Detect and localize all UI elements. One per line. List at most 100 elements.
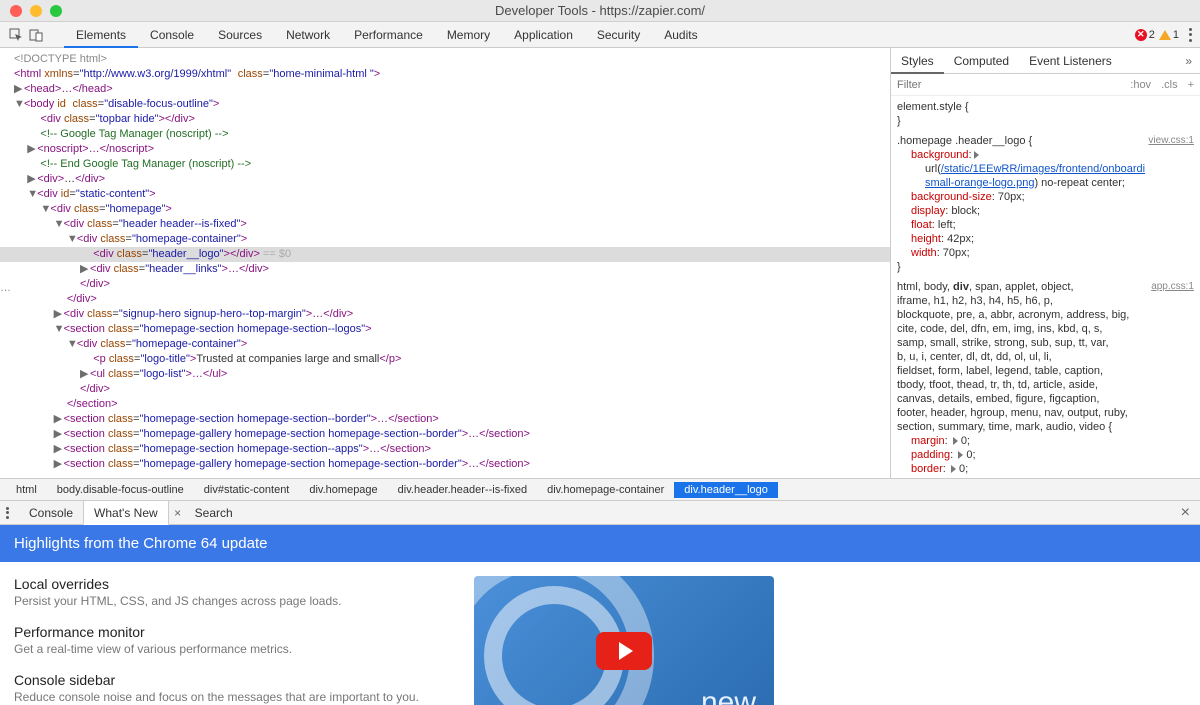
warning-count-value: 1 <box>1173 29 1179 41</box>
feature-item[interactable]: Console sidebar Reduce console noise and… <box>14 672 434 704</box>
device-toggle-icon[interactable] <box>28 27 44 43</box>
tab-performance[interactable]: Performance <box>342 22 435 48</box>
rule-element-style[interactable]: element.style { <box>897 100 1194 114</box>
feature-title: Local overrides <box>14 576 434 592</box>
more-tabs-icon[interactable]: » <box>1177 54 1200 68</box>
dom-line[interactable]: ▶<section class="homepage-section homepa… <box>14 412 890 427</box>
rule-selector-line: section, summary, time, mark, audio, vid… <box>897 420 1194 434</box>
feature-title: Performance monitor <box>14 624 434 640</box>
dom-line[interactable]: <div class="topbar hide"></div> <box>14 112 890 127</box>
elements-breadcrumb: html body.disable-focus-outline div#stat… <box>0 478 1200 500</box>
rule-header-logo[interactable]: view.css:1.homepage .header__logo { <box>897 134 1194 148</box>
source-link[interactable]: app.css:1 <box>1151 280 1194 294</box>
tab-sources[interactable]: Sources <box>206 22 274 48</box>
feature-item[interactable]: Local overrides Persist your HTML, CSS, … <box>14 576 434 608</box>
dom-line[interactable]: ▼<div id="static-content"> <box>14 187 890 202</box>
settings-menu-icon[interactable] <box>1189 28 1192 42</box>
tab-elements[interactable]: Elements <box>64 22 138 48</box>
play-icon[interactable] <box>596 632 652 670</box>
window-title: Developer Tools - https://zapier.com/ <box>495 3 705 18</box>
video-label: new <box>701 686 756 705</box>
crumb-item-selected[interactable]: div.header__logo <box>674 482 778 498</box>
zoom-window-icon[interactable] <box>50 5 62 17</box>
tab-application[interactable]: Application <box>502 22 585 48</box>
tab-memory[interactable]: Memory <box>435 22 502 48</box>
dom-line[interactable]: ▶<div>…</div> <box>14 172 890 187</box>
sidebar-tab-listeners[interactable]: Event Listeners <box>1019 48 1122 74</box>
styles-filter-input[interactable] <box>897 79 1130 91</box>
dom-line[interactable]: <!-- Google Tag Manager (noscript) --> <box>14 127 890 142</box>
rule-selector-line: iframe, h1, h2, h3, h4, h5, h6, p, <box>897 294 1194 308</box>
minimize-window-icon[interactable] <box>30 5 42 17</box>
close-drawer-icon[interactable]: × <box>1181 504 1190 522</box>
dom-line[interactable]: ▶<head>…</head> <box>14 82 890 97</box>
dom-line-selected[interactable]: <div class="header__logo"></div> == $0 <box>0 247 890 262</box>
feature-item[interactable]: Performance monitor Get a real-time view… <box>14 624 434 656</box>
crumb-item[interactable]: div.header.header--is-fixed <box>388 482 537 498</box>
crumb-item[interactable]: body.disable-focus-outline <box>47 482 194 498</box>
cls-toggle[interactable]: .cls <box>1161 79 1178 91</box>
dom-line[interactable]: ▼<section class="homepage-section homepa… <box>14 322 890 337</box>
rule-selector-line: samp, small, strike, strong, sub, sup, t… <box>897 336 1194 350</box>
error-count-value: 2 <box>1149 29 1155 41</box>
dom-line[interactable]: ▶<section class="homepage-gallery homepa… <box>14 457 890 472</box>
tab-network[interactable]: Network <box>274 22 342 48</box>
close-window-icon[interactable] <box>10 5 22 17</box>
tab-audits[interactable]: Audits <box>652 22 709 48</box>
sidebar-tab-computed[interactable]: Computed <box>944 48 1019 74</box>
dom-line[interactable]: ▼<div class="homepage"> <box>14 202 890 217</box>
dom-line[interactable]: </div> <box>14 292 890 307</box>
sidebar-tab-styles[interactable]: Styles <box>891 48 944 74</box>
dom-line[interactable]: ▼<body id class="disable-focus-outline"> <box>14 97 890 112</box>
url-link[interactable]: /static/1EEwRR/images/frontend/onboardi <box>941 163 1145 175</box>
drawer-tab-whatsnew[interactable]: What's New <box>83 501 169 525</box>
warning-count[interactable]: 1 <box>1159 29 1179 41</box>
rule-reset[interactable]: app.css:1html, body, div, span, applet, … <box>897 280 1194 294</box>
close-tab-icon[interactable]: × <box>171 506 185 520</box>
url-link[interactable]: small-orange-logo.png <box>925 177 1034 189</box>
dom-line[interactable]: ▼<div class="homepage-container"> <box>14 337 890 352</box>
hov-toggle[interactable]: :hov <box>1130 79 1151 91</box>
dom-line[interactable]: </div> <box>14 382 890 397</box>
tab-security[interactable]: Security <box>585 22 652 48</box>
styles-sidebar: Styles Computed Event Listeners » :hov .… <box>890 48 1200 478</box>
drawer-tab-search[interactable]: Search <box>185 501 243 525</box>
window-titlebar: Developer Tools - https://zapier.com/ <box>0 0 1200 22</box>
dom-line[interactable]: ▼<div class="homepage-container"> <box>14 232 890 247</box>
dom-line[interactable]: </section> <box>14 397 890 412</box>
panel-tabs: Elements Console Sources Network Perform… <box>64 22 710 48</box>
dom-line[interactable]: ▼<div class="header header--is-fixed"> <box>14 217 890 232</box>
tab-console[interactable]: Console <box>138 22 206 48</box>
crumb-item[interactable]: div.homepage <box>299 482 387 498</box>
dom-line[interactable]: ▶<noscript>…</noscript> <box>14 142 890 157</box>
dom-line[interactable]: </div> <box>14 277 890 292</box>
whatsnew-banner: Highlights from the Chrome 64 update <box>0 525 1200 562</box>
crumb-item[interactable]: html <box>6 482 47 498</box>
inspect-icon[interactable] <box>8 27 24 43</box>
crumb-item[interactable]: div.homepage-container <box>537 482 674 498</box>
source-link[interactable]: view.css:1 <box>1148 134 1194 148</box>
drawer-tab-console[interactable]: Console <box>19 501 83 525</box>
rule-selector-line: footer, header, hgroup, menu, nav, outpu… <box>897 406 1194 420</box>
warning-icon <box>1159 30 1171 40</box>
dom-line[interactable]: <!DOCTYPE html> <box>14 52 890 67</box>
drawer-tabs: Console What's New × Search × <box>0 501 1200 525</box>
error-count[interactable]: ✕2 <box>1135 29 1155 41</box>
video-thumbnail[interactable]: new <box>474 576 774 705</box>
drawer-menu-icon[interactable] <box>6 507 9 519</box>
main-panel: … <!DOCTYPE html> <html xmlns="http://ww… <box>0 48 1200 478</box>
dom-line[interactable]: ▶<div class="signup-hero signup-hero--to… <box>14 307 890 322</box>
feature-title: Console sidebar <box>14 672 434 688</box>
dom-line[interactable]: <html xmlns="http://www.w3.org/1999/xhtm… <box>14 67 890 82</box>
dom-line[interactable]: ▶<ul class="logo-list">…</ul> <box>14 367 890 382</box>
dom-line[interactable]: ▶<section class="homepage-section homepa… <box>14 442 890 457</box>
crumb-item[interactable]: div#static-content <box>194 482 300 498</box>
rule-close: } <box>897 260 1194 274</box>
dom-line[interactable]: <!-- End Google Tag Manager (noscript) -… <box>14 157 890 172</box>
dom-line[interactable]: ▶<div class="header__links">…</div> <box>14 262 890 277</box>
styles-rules[interactable]: element.style { } view.css:1.homepage .h… <box>891 96 1200 478</box>
dom-line[interactable]: ▶<section class="homepage-gallery homepa… <box>14 427 890 442</box>
elements-tree[interactable]: … <!DOCTYPE html> <html xmlns="http://ww… <box>0 48 890 478</box>
new-style-button[interactable]: + <box>1188 79 1194 91</box>
dom-line[interactable]: <p class="logo-title">Trusted at compani… <box>14 352 890 367</box>
